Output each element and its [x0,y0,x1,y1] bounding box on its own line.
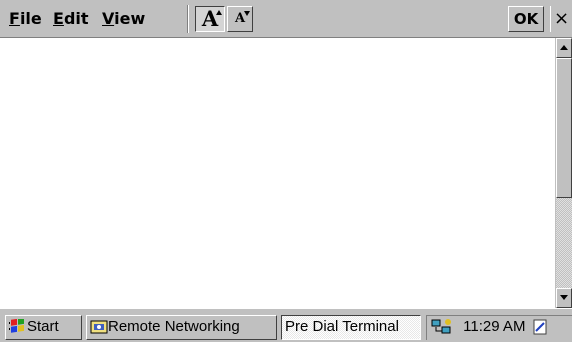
font-smaller-button[interactable]: A [227,6,253,32]
menu-file[interactable]: File [7,9,44,29]
scroll-up-arrow-icon [560,45,568,50]
arrow-down-icon [244,11,250,16]
font-larger-button[interactable]: A [195,6,225,32]
taskbar: Start Remote Networking Pre Dial Termina… [0,308,572,342]
ok-button[interactable]: OK [508,6,544,32]
arrow-up-icon [216,10,222,15]
scroll-down-arrow-icon [560,295,568,300]
system-tray: 11:29 AM [426,315,572,340]
remote-networking-icon [90,320,108,334]
scroll-up-button[interactable] [556,38,572,58]
clock[interactable]: 11:29 AM [463,318,525,335]
menu-edit-accel: E [53,9,64,28]
menu-edit-rest: dit [63,9,89,28]
task-pre-dial-terminal[interactable]: Pre Dial Terminal [281,315,421,340]
desktop-icon[interactable] [533,318,547,336]
start-button[interactable]: Start [5,315,82,340]
command-bar: File Edit View A A OK × [0,0,572,38]
network-connection-icon[interactable] [431,318,453,336]
scroll-down-button[interactable] [556,288,572,308]
menu-edit[interactable]: Edit [51,9,91,29]
menu-view-rest: iew [114,9,146,28]
document-area[interactable] [0,38,555,308]
menu-file-accel: F [9,9,20,28]
start-label: Start [27,318,59,335]
menu-file-rest: ile [19,9,42,28]
vertical-scrollbar[interactable] [555,38,572,308]
windows-flag-icon [9,319,24,333]
task-remote-networking-label: Remote Networking [108,318,240,335]
scroll-thumb[interactable] [556,58,572,198]
toolbar-separator [187,5,189,33]
task-pre-dial-terminal-label: Pre Dial Terminal [285,318,399,335]
task-remote-networking[interactable]: Remote Networking [86,315,277,340]
menu-view-accel: V [102,9,115,28]
close-button[interactable]: × [550,6,572,32]
menu-view[interactable]: View [100,9,147,29]
